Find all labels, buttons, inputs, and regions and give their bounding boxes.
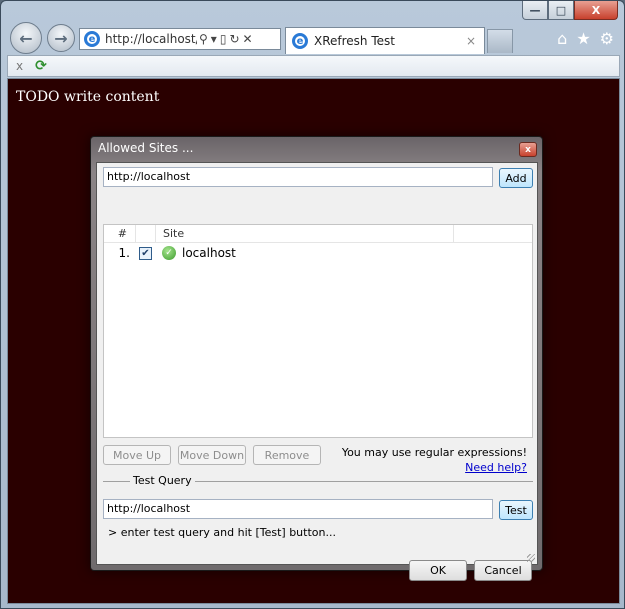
new-tab-button[interactable] [487, 29, 513, 53]
move-down-button[interactable]: Move Down [178, 445, 246, 465]
column-check-header[interactable] [136, 225, 156, 242]
tab-title: XRefresh Test [314, 34, 395, 48]
forward-arrow-icon: → [54, 28, 68, 48]
browser-window: — □ X ← → e http://localhost/ ⚲ ▾ ▯ ↻ ✕ … [0, 0, 625, 609]
commandbar-close-icon[interactable]: x [16, 59, 23, 73]
dialog-close-button[interactable]: x [519, 142, 537, 157]
window-close-button[interactable]: X [574, 1, 618, 20]
dialog-title: Allowed Sites ... [98, 141, 194, 155]
row-enabled-checkbox[interactable]: ✔ [139, 246, 152, 260]
add-button[interactable]: Add [499, 168, 533, 188]
address-tools: ⚲ ▾ ▯ ↻ ✕ [199, 32, 253, 46]
browser-right-icons: ⌂ ★ ⚙ [557, 29, 614, 48]
sites-list: # Site 1. ✔ ✓ localhost [103, 224, 533, 438]
column-num-header[interactable]: # [104, 225, 136, 242]
row-site: localhost [182, 246, 236, 260]
tools-gear-icon[interactable]: ⚙ [600, 29, 614, 48]
test-button[interactable]: Test [499, 500, 533, 520]
dialog-body: http://localhost Add # Site 1. ✔ ✓ local… [96, 162, 538, 581]
refresh-icon[interactable]: ↻ [229, 32, 239, 46]
checkmark-ok-icon: ✓ [162, 246, 176, 260]
tab-xrefresh-test[interactable]: e XRefresh Test × [285, 27, 485, 54]
back-arrow-icon: ← [19, 28, 33, 48]
xrefresh-icon[interactable]: ⟳ [35, 58, 47, 74]
minimize-button[interactable]: — [522, 1, 548, 20]
test-query-label: Test Query [130, 474, 195, 487]
close-icon[interactable]: ✕ [243, 32, 253, 46]
window-caption-buttons: — □ X [522, 1, 618, 20]
regex-hint: You may use regular expressions! [341, 446, 527, 459]
row-number: 1. [118, 246, 130, 260]
ie-page-icon: e [84, 31, 100, 47]
home-icon[interactable]: ⌂ [557, 29, 567, 48]
test-query-message: > enter test query and hit [Test] button… [108, 526, 336, 539]
allowed-sites-dialog: Allowed Sites ... x http://localhost Add… [90, 136, 543, 581]
address-bar[interactable]: e http://localhost/ ⚲ ▾ ▯ ↻ ✕ [79, 28, 281, 50]
test-query-input[interactable]: http://localhost [103, 499, 493, 519]
sites-list-header: # Site [104, 225, 532, 243]
compat-view-icon[interactable]: ▯ [220, 32, 227, 46]
column-site-header[interactable]: Site [156, 225, 454, 242]
favorites-star-icon[interactable]: ★ [576, 29, 590, 48]
forward-button[interactable]: → [47, 24, 75, 52]
remove-button[interactable]: Remove [253, 445, 321, 465]
list-item[interactable]: 1. ✔ ✓ localhost [104, 243, 532, 263]
maximize-button[interactable]: □ [548, 1, 574, 20]
resize-grip[interactable] [527, 554, 535, 562]
back-button[interactable]: ← [10, 22, 42, 54]
address-url[interactable]: http://localhost/ [105, 32, 197, 46]
search-icon[interactable]: ⚲ [199, 32, 208, 46]
tab-close-icon[interactable]: × [466, 34, 476, 48]
chevron-down-icon[interactable]: ▾ [211, 32, 217, 46]
move-up-button[interactable]: Move Up [103, 445, 171, 465]
site-input[interactable]: http://localhost [103, 167, 493, 187]
ie-tab-icon: e [292, 33, 308, 49]
need-help-link[interactable]: Need help? [465, 461, 527, 474]
command-bar: x ⟳ [7, 55, 620, 77]
ok-button[interactable]: OK [409, 560, 467, 581]
page-text: TODO write content [16, 89, 160, 105]
cancel-button[interactable]: Cancel [474, 560, 532, 581]
